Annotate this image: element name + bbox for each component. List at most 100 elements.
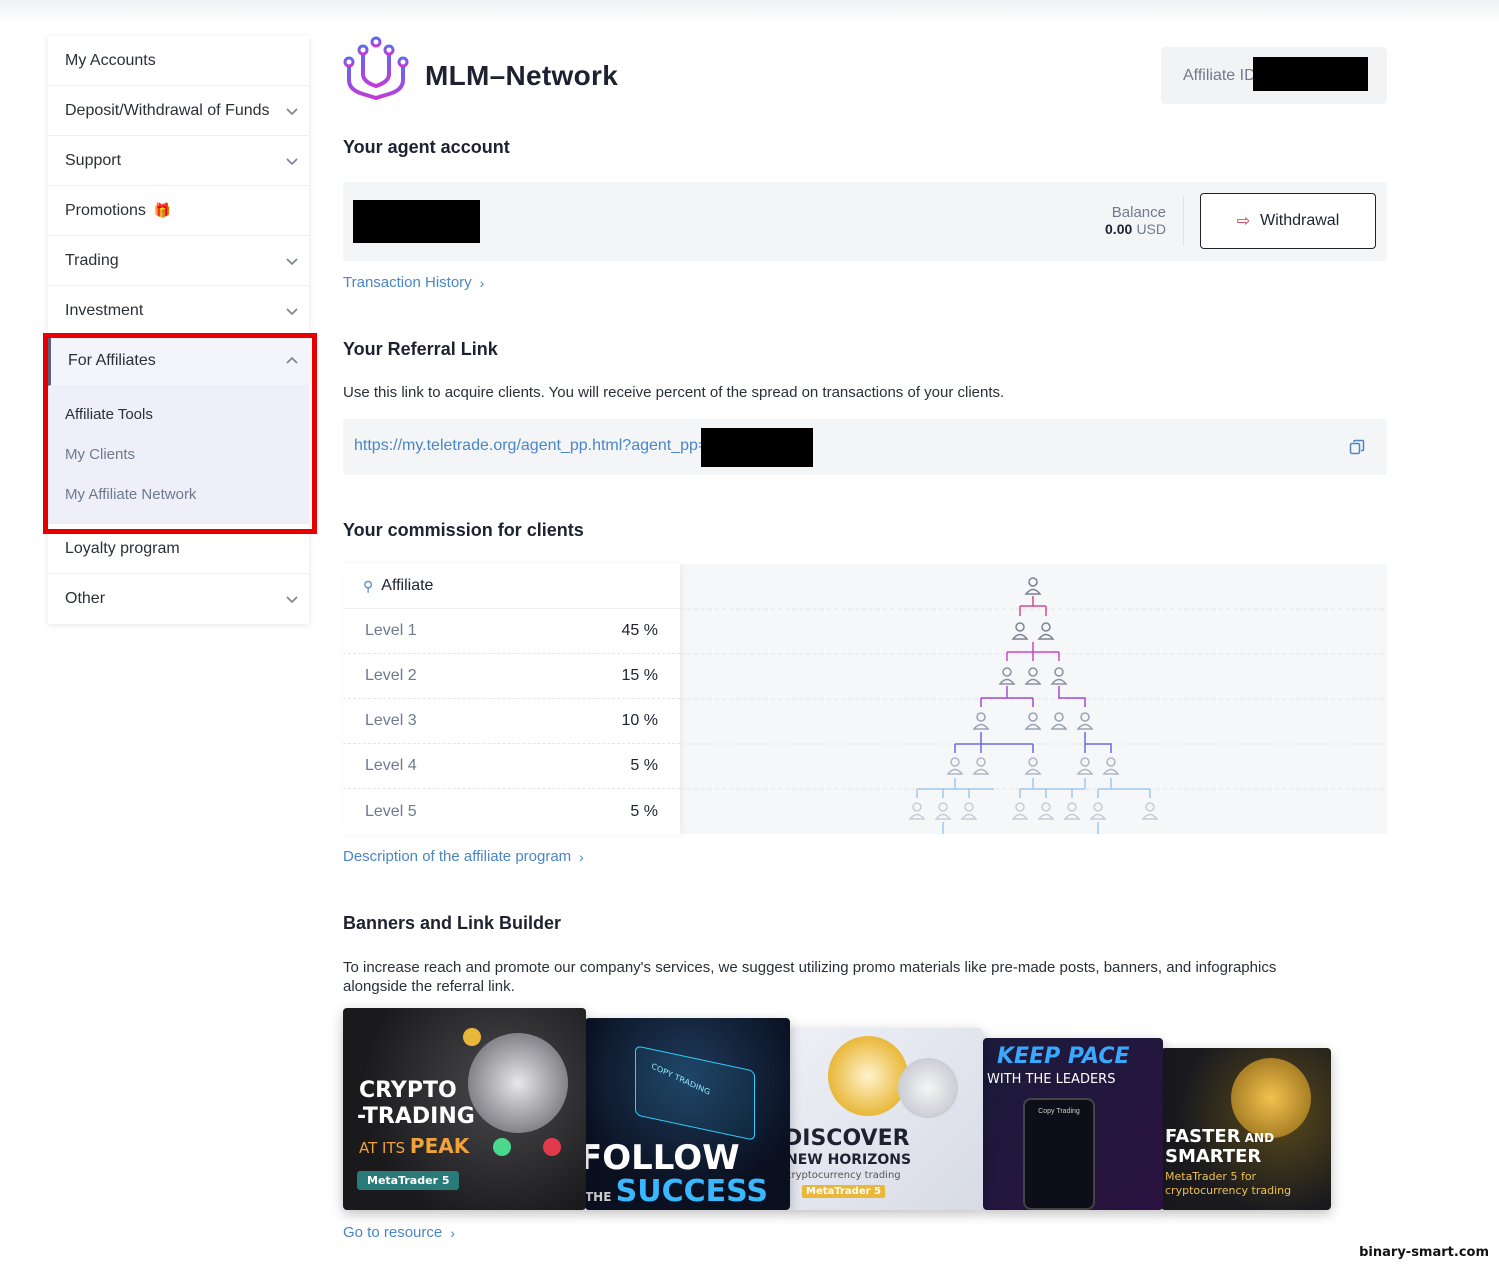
top-bar — [0, 0, 1499, 22]
banner-follow-success[interactable]: COPY TRADING FOLLOW THE SUCCESS — [585, 1018, 790, 1210]
banner-title-line: PEAK — [409, 1134, 470, 1158]
chevron-right-icon: › — [479, 274, 485, 291]
chevron-right-icon: › — [579, 848, 584, 865]
coin-icon — [493, 1138, 511, 1156]
sidebar-item-label: Trading — [65, 251, 119, 269]
table-row: Level 2 15 % — [343, 654, 680, 699]
sidebar-item-label: Loyalty program — [65, 539, 180, 557]
phone-screen-title: Copy Trading — [1038, 1108, 1080, 1115]
copy-icon[interactable] — [1349, 439, 1365, 455]
sidebar-item-deposit-withdrawal[interactable]: Deposit/Withdrawal of Funds — [48, 86, 309, 136]
coin-icon — [543, 1138, 561, 1156]
sidebar-item-loyalty[interactable]: Loyalty program — [48, 524, 309, 574]
sidebar-item-label: Other — [65, 590, 106, 607]
logout-arrow-icon: ⇨ — [1236, 213, 1251, 230]
agent-account-heading: Your agent account — [343, 137, 510, 157]
coin-icon — [463, 1028, 481, 1046]
banner-title-line: NEW HORIZONS — [788, 1152, 912, 1168]
banner-carousel[interactable]: FASTER AND SMARTER MetaTrader 5 for cryp… — [343, 1008, 1387, 1210]
sidebar-item-my-accounts[interactable]: My Accounts — [48, 36, 309, 86]
table-row: Level 4 5 % — [343, 744, 680, 789]
redacted-affiliate-id — [1253, 57, 1368, 91]
sidebar-submenu-affiliates: Affiliate Tools My Clients My Affiliate … — [48, 386, 309, 524]
agent-account-card: Balance 0.00 USD ⇨ Withdrawal — [343, 182, 1387, 261]
affiliate-id-label: Affiliate ID — [1183, 66, 1256, 84]
level-percent: 45 % — [621, 622, 658, 639]
banner-title-line: CRYPTO — [359, 1078, 457, 1103]
balance-currency: USD — [1136, 221, 1166, 237]
balance-label: Balance — [1111, 204, 1166, 221]
redacted-account-number — [353, 200, 480, 243]
sidebar-item-label: Promotions — [65, 201, 146, 219]
sidebar-item-label: For Affiliates — [68, 351, 156, 369]
coin-icon — [898, 1058, 958, 1118]
banner-subtitle: MetaTrader 5 for — [1165, 1170, 1257, 1183]
banner-faster-smarter[interactable]: FASTER AND SMARTER MetaTrader 5 for cryp… — [1161, 1048, 1331, 1210]
chevron-right-icon: › — [450, 1224, 455, 1241]
sidebar-subitem-my-clients[interactable]: My Clients — [48, 434, 309, 474]
divider — [1183, 196, 1184, 246]
screen-panel-label: COPY TRADING — [650, 1061, 712, 1097]
affiliate-id-box: Affiliate ID — [1161, 47, 1387, 104]
transaction-history-link[interactable]: Transaction History › — [343, 274, 484, 291]
watermark: binary-smart.com — [1359, 1245, 1489, 1260]
sidebar-subitem-my-affiliate-network[interactable]: My Affiliate Network — [48, 474, 309, 514]
affiliate-label: Affiliate — [381, 577, 434, 594]
chevron-down-icon — [286, 307, 298, 315]
affiliate-network-tree-diagram — [680, 577, 1387, 834]
affiliate-program-description-link[interactable]: Description of the affiliate program › — [343, 848, 584, 865]
screen-panel-icon: COPY TRADING — [635, 1045, 755, 1141]
chevron-down-icon — [286, 257, 298, 265]
commission-heading: Your commission for clients — [343, 520, 584, 540]
withdrawal-button[interactable]: ⇨ Withdrawal — [1200, 193, 1376, 249]
network-tree-logo-icon — [343, 36, 409, 112]
banner-title-line: THE — [585, 1190, 616, 1204]
level-percent: 10 % — [621, 712, 658, 729]
sidebar-item-promotions[interactable]: Promotions 🎁 — [48, 186, 309, 236]
banner-title-line: WITH THE LEADERS — [987, 1072, 1116, 1087]
banner-title-line: FOLLOW — [585, 1138, 740, 1178]
banner-title-line: AND — [1240, 1131, 1275, 1145]
referral-url[interactable]: https://my.teletrade.org/agent_pp.html?a… — [354, 437, 707, 455]
referral-link-box: https://my.teletrade.org/agent_pp.html?a… — [343, 419, 1387, 475]
sidebar-item-other[interactable]: Other — [48, 574, 309, 624]
page-header: MLM–Network — [343, 36, 618, 116]
link-label: Description of the affiliate program — [343, 848, 572, 865]
page-title: MLM–Network — [425, 60, 619, 91]
level-label: Level 3 — [365, 712, 417, 729]
level-label: Level 1 — [365, 622, 417, 639]
level-percent: 15 % — [621, 667, 658, 684]
referral-description: Use this link to acquire clients. You wi… — [343, 384, 1005, 401]
sidebar-item-trading[interactable]: Trading — [48, 236, 309, 286]
level-label: Level 4 — [365, 757, 417, 774]
sidebar-item-investment[interactable]: Investment — [48, 286, 309, 336]
redacted-agent-id — [701, 428, 813, 467]
banner-title-line: FASTER — [1165, 1126, 1241, 1147]
sidebar-item-support[interactable]: Support — [48, 136, 309, 186]
user-icon: ⚲ — [363, 577, 374, 594]
link-label: Go to resource — [343, 1224, 443, 1241]
banner-title-line: AT ITS — [359, 1139, 410, 1157]
sidebar-item-for-affiliates[interactable]: For Affiliates — [48, 336, 309, 386]
table-row: Level 3 10 % — [343, 699, 680, 744]
banner-keep-pace[interactable]: KEEP PACE WITH THE LEADERS Copy Trading — [983, 1038, 1163, 1210]
banner-title-line: DISCOVER — [788, 1126, 910, 1151]
sidebar-item-label: Deposit/Withdrawal of Funds — [65, 101, 270, 119]
coin-icon — [468, 1033, 568, 1133]
sidebar-item-label: Support — [65, 151, 122, 169]
banner-discover[interactable]: DISCOVER NEW HORIZONS cryptocurrency tra… — [788, 1028, 983, 1210]
chevron-down-icon — [286, 107, 298, 115]
commission-table: ⚲ Affiliate Level 1 45 % Level 2 15 % Le… — [343, 564, 680, 834]
banner-subtitle: cryptocurrency trading — [788, 1170, 901, 1181]
banner-title-line: KEEP PACE — [997, 1044, 1130, 1069]
commission-table-header: ⚲ Affiliate — [343, 564, 680, 609]
banner-title-line: SMARTER — [1165, 1146, 1262, 1167]
chevron-up-icon — [286, 356, 298, 364]
sidebar-subitem-affiliate-tools[interactable]: Affiliate Tools — [48, 394, 309, 434]
banners-heading: Banners and Link Builder — [343, 913, 562, 933]
banner-crypto-trading[interactable]: CRYPTO -TRADING AT ITS PEAK MetaTrader 5 — [343, 1008, 586, 1210]
balance-value: 0.00 — [1105, 221, 1133, 237]
go-to-resource-link[interactable]: Go to resource › — [343, 1224, 455, 1241]
banner-badge: MetaTrader 5 — [357, 1171, 460, 1190]
commission-section: ⚲ Affiliate Level 1 45 % Level 2 15 % Le… — [343, 564, 1387, 834]
